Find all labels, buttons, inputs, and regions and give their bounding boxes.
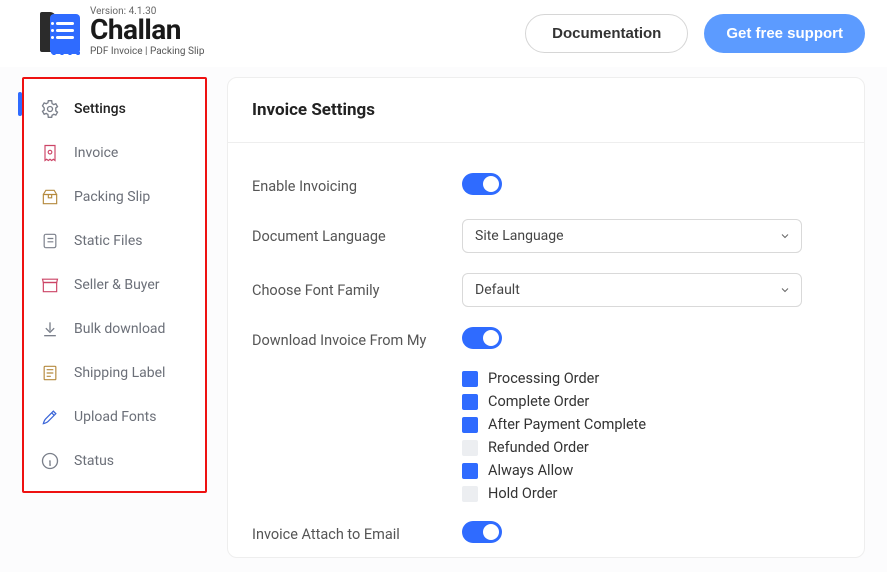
sidebar-item-settings[interactable]: Settings: [24, 87, 205, 131]
download-invoice-label: Download Invoice From My: [252, 332, 462, 349]
check-item-refunded[interactable]: Refunded Order: [462, 436, 840, 459]
sidebar-item-label: Static Files: [74, 233, 143, 249]
sidebar-item-invoice[interactable]: Invoice: [24, 131, 205, 175]
brand-tagline: PDF Invoice | Packing Slip: [90, 46, 204, 57]
sidebar-item-label: Bulk download: [74, 321, 165, 337]
info-icon: [40, 451, 60, 471]
check-item-after-payment[interactable]: After Payment Complete: [462, 413, 840, 436]
invoice-icon: [40, 143, 60, 163]
checkbox-icon: [462, 371, 478, 387]
font-family-select[interactable]: Default: [462, 273, 802, 307]
checkbox-icon: [462, 486, 478, 502]
checkbox-icon: [462, 440, 478, 456]
sidebar-item-label: Seller & Buyer: [74, 277, 160, 293]
document-language-label: Document Language: [252, 228, 462, 245]
sidebar-item-packing[interactable]: Packing Slip: [24, 175, 205, 219]
main-panel: Invoice Settings Enable Invoicing Docume…: [227, 77, 865, 558]
download-invoice-toggle[interactable]: [462, 327, 502, 349]
sidebar-item-static[interactable]: Static Files: [24, 219, 205, 263]
check-item-complete[interactable]: Complete Order: [462, 390, 840, 413]
sidebar-item-label: Packing Slip: [74, 189, 150, 205]
check-label: Hold Order: [488, 485, 557, 502]
check-label: Processing Order: [488, 370, 599, 387]
sidebar-item-shipping[interactable]: Shipping Label: [24, 351, 205, 395]
check-label: Always Allow: [488, 462, 573, 479]
download-icon: [40, 319, 60, 339]
gear-icon: [40, 99, 60, 119]
checkbox-icon: [462, 394, 478, 410]
check-label: Refunded Order: [488, 439, 589, 456]
select-value: Site Language: [475, 228, 564, 244]
check-label: Complete Order: [488, 393, 589, 410]
top-bar: Version: 4.1.30 Challan PDF Invoice | Pa…: [0, 0, 887, 67]
chevron-down-icon: [779, 230, 791, 242]
active-indicator: [18, 92, 22, 116]
sidebar-item-label: Invoice: [74, 145, 118, 161]
sidebar-item-label: Status: [74, 453, 114, 469]
chevron-down-icon: [779, 284, 791, 296]
sidebar-item-label: Upload Fonts: [74, 409, 156, 425]
sidebar-item-status[interactable]: Status: [24, 439, 205, 483]
brand-block: Version: 4.1.30 Challan PDF Invoice | Pa…: [40, 0, 204, 57]
check-item-processing[interactable]: Processing Order: [462, 367, 840, 390]
pen-icon: [40, 407, 60, 427]
check-item-hold[interactable]: Hold Order: [462, 482, 840, 505]
brand-logo-icon: [40, 8, 80, 56]
documentation-button[interactable]: Documentation: [525, 14, 688, 53]
sidebar: Settings Invoice Packing Slip Static Fil…: [22, 77, 207, 493]
checkbox-icon: [462, 463, 478, 479]
box-icon: [40, 187, 60, 207]
invoice-attach-toggle[interactable]: [462, 521, 502, 543]
download-options-list: Processing Order Complete Order After Pa…: [462, 363, 840, 505]
sidebar-item-label: Shipping Label: [74, 365, 165, 381]
support-button[interactable]: Get free support: [704, 14, 865, 53]
font-family-label: Choose Font Family: [252, 282, 462, 299]
label-icon: [40, 363, 60, 383]
document-language-select[interactable]: Site Language: [462, 219, 802, 253]
select-value: Default: [475, 282, 520, 298]
sidebar-item-label: Settings: [74, 101, 126, 117]
sidebar-item-fonts[interactable]: Upload Fonts: [24, 395, 205, 439]
enable-invoicing-label: Enable Invoicing: [252, 178, 462, 195]
store-icon: [40, 275, 60, 295]
invoice-attach-label: Invoice Attach to Email: [252, 526, 462, 543]
check-label: After Payment Complete: [488, 416, 646, 433]
panel-title: Invoice Settings: [228, 78, 864, 143]
brand-name: Challan: [90, 13, 204, 46]
enable-invoicing-toggle[interactable]: [462, 173, 502, 195]
checkbox-icon: [462, 417, 478, 433]
sidebar-item-bulk[interactable]: Bulk download: [24, 307, 205, 351]
sidebar-item-seller[interactable]: Seller & Buyer: [24, 263, 205, 307]
scroll-icon: [40, 231, 60, 251]
check-item-always[interactable]: Always Allow: [462, 459, 840, 482]
